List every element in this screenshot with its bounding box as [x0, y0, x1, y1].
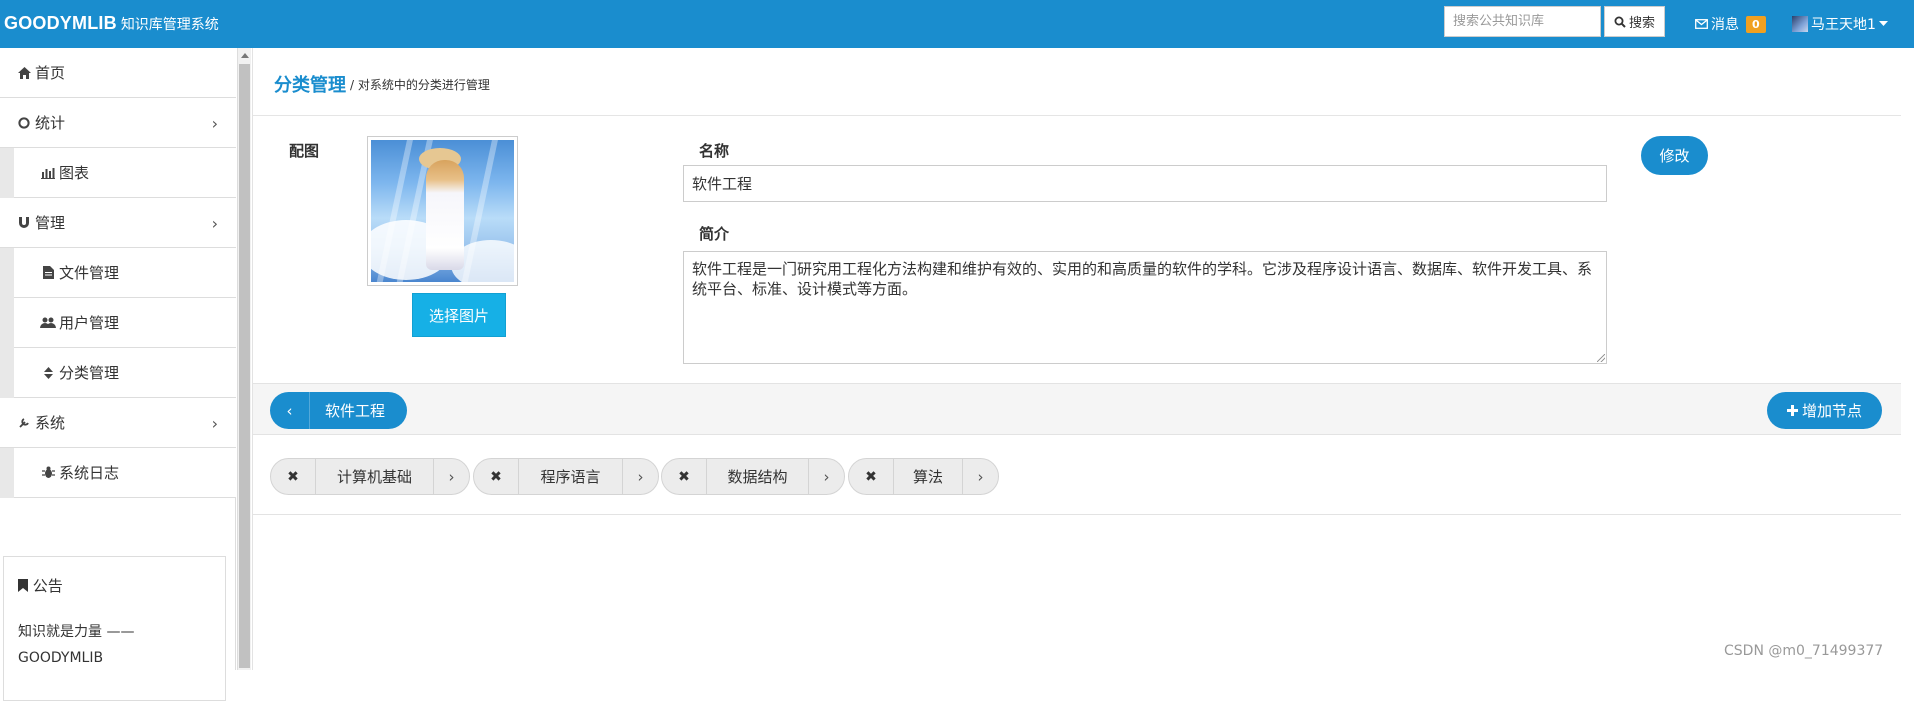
avatar — [1792, 16, 1808, 32]
image-label: 配图 — [289, 142, 320, 160]
intro-label: 简介 — [699, 225, 730, 243]
child-node: ✖ 数据结构 › — [661, 458, 845, 495]
submenu-indent — [0, 148, 14, 198]
search-button[interactable]: 搜索 — [1604, 6, 1665, 37]
sidebar-item-label: 系统日志 — [59, 464, 120, 482]
enter-node-chevron-icon[interactable]: › — [808, 459, 844, 494]
messages-link[interactable]: 消息 0 — [1695, 14, 1766, 34]
back-to-parent-button[interactable]: ‹ 软件工程 — [270, 392, 407, 429]
notice-body: 知识就是力量 —— GOODYMLIB — [18, 624, 135, 666]
notice-panel: 公告 知识就是力量 —— GOODYMLIB — [3, 556, 226, 701]
sidebar-item-manage[interactable]: 管理 › — [0, 198, 236, 248]
bookmark-icon — [18, 579, 28, 592]
resize-handle-icon[interactable] — [1597, 354, 1605, 362]
child-node-label: 程序语言 — [540, 468, 601, 486]
delete-node-icon[interactable]: ✖ — [849, 459, 894, 494]
search-button-label: 搜索 — [1628, 16, 1655, 31]
scroll-up-arrow-icon[interactable] — [241, 53, 249, 58]
add-node-button[interactable]: 增加节点 — [1767, 392, 1882, 429]
delete-node-icon[interactable]: ✖ — [271, 459, 316, 494]
home-icon — [16, 66, 32, 79]
child-node: ✖ 计算机基础 › — [270, 458, 470, 495]
edit-button[interactable]: 修改 — [1641, 136, 1708, 175]
file-icon — [40, 266, 56, 279]
bar-chart-icon — [40, 167, 56, 179]
page-title: 分类管理 — [274, 75, 346, 96]
messages-label: 消息 — [1711, 17, 1739, 33]
page-header: 分类管理 / 对系统中的分类进行管理 — [253, 48, 1901, 116]
child-nodes-list: ✖ 计算机基础 › ✖ 程序语言 › ✖ 数据结构 › ✖ 算法 › — [253, 435, 1901, 515]
current-category-label: 软件工程 — [325, 402, 386, 420]
plus-icon — [1786, 405, 1798, 416]
delete-node-icon[interactable]: ✖ — [474, 459, 519, 494]
page-subtitle: / 对系统中的分类进行管理 — [350, 78, 490, 92]
sidebar-item-category-manage[interactable]: 分类管理 — [0, 348, 236, 398]
user-name: 马王天地1 — [1811, 17, 1876, 33]
sidebar-item-label: 统计 — [35, 114, 66, 132]
delete-node-icon[interactable]: ✖ — [662, 459, 707, 494]
sidebar-item-label: 管理 — [35, 214, 66, 232]
chevron-right-icon: › — [211, 114, 218, 133]
sidebar-item-label: 首页 — [35, 64, 66, 82]
users-icon — [40, 317, 56, 329]
scrollbar-thumb[interactable] — [239, 64, 250, 668]
top-navbar: GOODYMLIB知识库管理系统 搜索 消息 0 马王天地1 — [0, 0, 1914, 48]
magnet-icon — [16, 216, 32, 229]
child-node: ✖ 算法 › — [848, 458, 999, 495]
child-node-label: 算法 — [912, 468, 943, 486]
sidebar-item-label: 用户管理 — [59, 314, 120, 332]
sidebar-item-stats[interactable]: 统计 › — [0, 98, 236, 148]
brand-subtitle: 知识库管理系统 — [120, 17, 219, 33]
child-node: ✖ 程序语言 › — [473, 458, 659, 495]
messages-count-badge: 0 — [1746, 15, 1766, 33]
main-content: 分类管理 / 对系统中的分类进行管理 配图 选择图片 名称 简介 软件工程是一门… — [252, 48, 1901, 670]
wrench-icon — [16, 416, 32, 429]
category-tree-bar: ‹ 软件工程 增加节点 — [253, 383, 1901, 435]
sidebar-scrollbar[interactable] — [237, 48, 251, 670]
notice-title: 公告 — [18, 575, 63, 596]
sidebar-item-label: 图表 — [59, 164, 90, 182]
name-label: 名称 — [699, 142, 730, 160]
submenu-indent — [0, 448, 14, 498]
sidebar-item-label: 文件管理 — [59, 264, 120, 282]
chevron-right-icon: › — [211, 414, 218, 433]
intro-textarea[interactable]: 软件工程是一门研究用工程化方法构建和维护有效的、实用的和高质量的软件的学科。它涉… — [683, 251, 1607, 364]
enter-node-chevron-icon[interactable]: › — [433, 459, 469, 494]
category-image — [367, 136, 518, 286]
child-node-label: 计算机基础 — [336, 468, 412, 486]
sidebar-item-charts[interactable]: 图表 — [0, 148, 236, 198]
enter-node-chevron-icon[interactable]: › — [962, 459, 998, 494]
chevron-right-icon: › — [211, 214, 218, 233]
choose-image-button[interactable]: 选择图片 — [412, 293, 506, 337]
sidebar-item-home[interactable]: 首页 — [0, 48, 236, 98]
sidebar-item-system-log[interactable]: 系统日志 — [0, 448, 236, 498]
add-node-label: 增加节点 — [1801, 402, 1862, 420]
sidebar-item-label: 系统 — [35, 414, 66, 432]
search-icon — [1614, 16, 1626, 28]
circle-icon — [16, 116, 32, 129]
name-input[interactable] — [683, 165, 1607, 202]
submenu-indent — [0, 248, 14, 398]
watermark: CSDN @m0_71499377 — [1724, 643, 1884, 659]
envelope-icon — [1695, 19, 1708, 29]
user-menu[interactable]: 马王天地1 — [1792, 14, 1888, 34]
sidebar-item-system[interactable]: 系统 › — [0, 398, 236, 448]
chevron-left-icon: ‹ — [270, 392, 310, 429]
child-node-label: 数据结构 — [727, 468, 788, 486]
brand[interactable]: GOODYMLIB 知识库管理系统 — [4, 13, 219, 34]
caret-down-icon — [1878, 21, 1888, 26]
bug-icon — [40, 466, 56, 479]
sidebar-item-file-manage[interactable]: 文件管理 — [0, 248, 236, 298]
category-image-preview — [371, 140, 514, 282]
notice-title-text: 公告 — [32, 577, 63, 595]
enter-node-chevron-icon[interactable]: › — [622, 459, 658, 494]
brand-name: GOODYMLIB — [4, 13, 117, 33]
search-input[interactable] — [1444, 6, 1601, 37]
sidebar-item-label: 分类管理 — [59, 364, 120, 382]
sidebar-item-user-manage[interactable]: 用户管理 — [0, 298, 236, 348]
sidebar: 首页 统计 › 图表 管理 › 文件管理 用户管理 分类管理 系统 › 系统日志 — [0, 48, 236, 701]
sort-icon — [40, 366, 56, 379]
